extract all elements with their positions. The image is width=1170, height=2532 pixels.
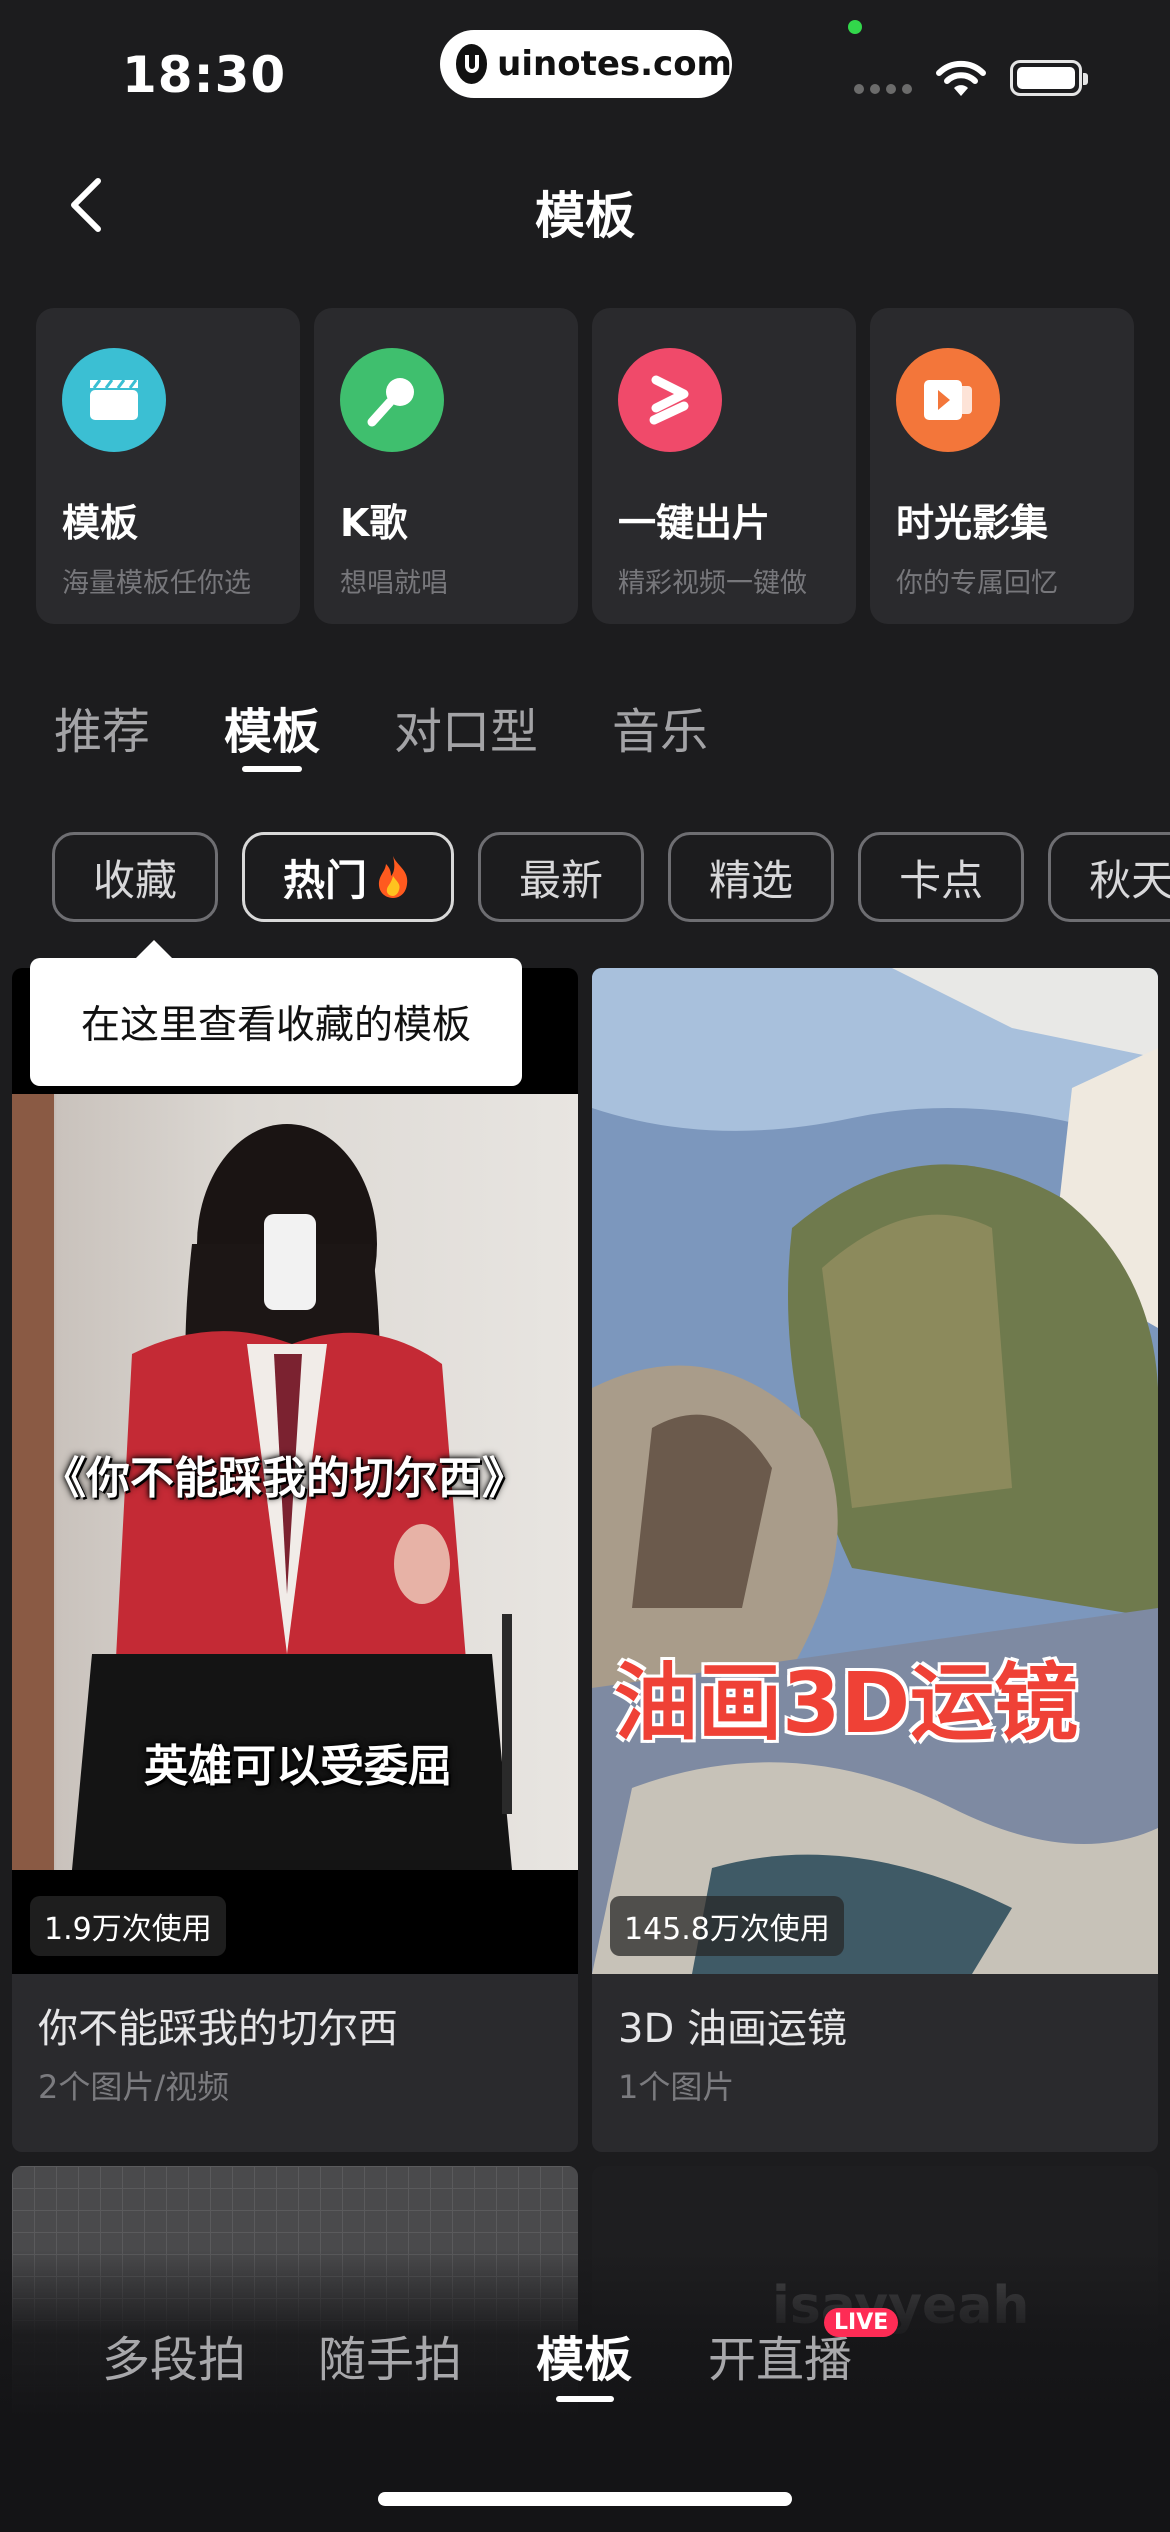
page-title: 模板 <box>535 187 635 245</box>
card-subtitle: 精彩视频一键做 <box>618 568 807 599</box>
preview-overlay-title: 《你不能踩我的切尔西》 <box>42 1453 526 1504</box>
privacy-indicator-dot <box>848 20 862 34</box>
usage-count: 145.8万次使用 <box>610 1896 844 1956</box>
card-title: K歌 <box>340 501 408 545</box>
template-title: 你不能踩我的切尔西 <box>38 2006 398 2052</box>
wifi-icon <box>936 60 986 96</box>
bottom-mode-bar: 多段拍 随手拍 模板 开直播 <box>0 2320 1170 2440</box>
uinotes-logo-icon <box>456 44 488 84</box>
chip-label: 卡点 <box>899 855 984 905</box>
feature-card-one-click[interactable]: 一键出片 精彩视频一键做 <box>592 308 856 624</box>
feature-card-karaoke[interactable]: K歌 想唱就唱 <box>314 308 578 624</box>
card-subtitle: 海量模板任你选 <box>62 568 251 599</box>
status-bar: 18:30 uinotes.com <box>0 0 1170 150</box>
chip-label: 收藏 <box>93 855 178 905</box>
favorites-tooltip[interactable]: 在这里查看收藏的模板 <box>30 940 522 1086</box>
preview-overlay-caption: 英雄可以受委屈 <box>144 1741 452 1792</box>
template-preview-image: 《你不能踩我的切尔西》 英雄可以受委屈 1.9万次使用 <box>12 968 578 1974</box>
microphone-icon <box>340 348 444 452</box>
chip-featured[interactable]: 精选 <box>668 832 835 922</box>
url-text: uinotes.com <box>497 44 732 84</box>
template-card[interactable]: 油画3D运镜 145.8万次使用 3D 油画运镜 1个图片 <box>592 968 1158 2152</box>
filter-chips: 收藏 热门 最新 精选 卡点 秋天 <box>52 832 1170 922</box>
status-time: 18:30 <box>122 46 287 104</box>
live-badge: LIVE <box>824 2308 899 2337</box>
chip-autumn[interactable]: 秋天 <box>1048 832 1170 922</box>
home-indicator[interactable] <box>378 2492 792 2506</box>
album-icon <box>896 348 1000 452</box>
template-meta: 1个图片 <box>618 2068 735 2106</box>
mode-template[interactable]: 模板 <box>536 2320 632 2390</box>
tab-lip-sync[interactable]: 对口型 <box>394 692 538 782</box>
one-click-icon <box>618 348 722 452</box>
feature-card-album[interactable]: 时光影集 你的专属回忆 <box>870 308 1134 624</box>
tab-recommend[interactable]: 推荐 <box>54 692 150 782</box>
card-title: 模板 <box>62 501 139 545</box>
feature-cards: 模板 海量模板任你选 K歌 想唱就唱 一键出片 精彩视频一键做 时光影集 你的专… <box>36 308 1134 624</box>
feature-card-template[interactable]: 模板 海量模板任你选 <box>36 308 300 624</box>
chip-beat-sync[interactable]: 卡点 <box>858 832 1025 922</box>
chip-label: 最新 <box>519 855 604 905</box>
card-title: 一键出片 <box>618 501 771 545</box>
chip-label: 秋天 <box>1089 855 1170 905</box>
url-pill: uinotes.com <box>440 30 732 98</box>
active-mode-indicator <box>556 2396 614 2402</box>
tab-template[interactable]: 模板 <box>224 692 320 782</box>
chip-favorites[interactable]: 收藏 <box>52 832 219 922</box>
cellular-signal-icon <box>854 84 912 94</box>
chip-label: 热门 <box>283 855 368 905</box>
chip-label: 精选 <box>709 855 794 905</box>
card-subtitle: 想唱就唱 <box>340 568 448 599</box>
template-card[interactable]: 《你不能踩我的切尔西》 英雄可以受委屈 1.9万次使用 你不能踩我的切尔西 2个… <box>12 968 578 2152</box>
tab-music[interactable]: 音乐 <box>612 692 708 782</box>
template-preview-image: 油画3D运镜 145.8万次使用 <box>592 968 1158 1974</box>
category-tabs: 推荐 模板 对口型 音乐 <box>54 692 782 782</box>
chip-latest[interactable]: 最新 <box>478 832 645 922</box>
fire-icon <box>378 856 408 898</box>
mode-multi-segment[interactable]: 多段拍 <box>102 2320 246 2390</box>
usage-count: 1.9万次使用 <box>30 1896 226 1956</box>
preview-overlay-title: 油画3D运镜 <box>614 1654 1079 1752</box>
mode-quick-shoot[interactable]: 随手拍 <box>318 2320 462 2390</box>
card-title: 时光影集 <box>896 501 1049 545</box>
template-title: 3D 油画运镜 <box>618 2006 847 2052</box>
card-subtitle: 你的专属回忆 <box>896 568 1058 599</box>
battery-icon <box>1010 60 1088 96</box>
clapperboard-icon <box>62 348 166 452</box>
chip-hot[interactable]: 热门 <box>242 832 455 922</box>
template-meta: 2个图片/视频 <box>38 2068 230 2106</box>
